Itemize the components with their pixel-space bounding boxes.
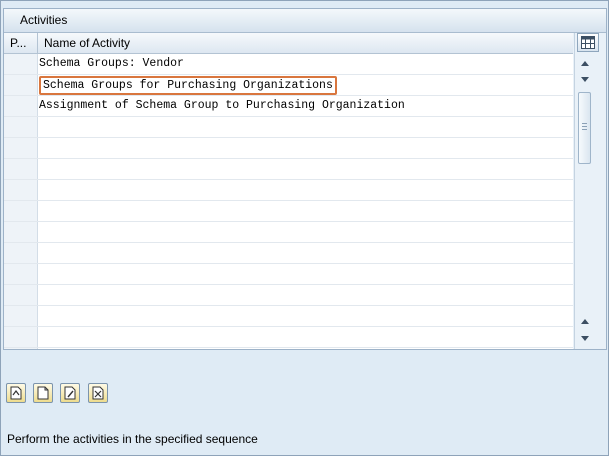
row-selector-cell[interactable]	[4, 75, 38, 95]
panel-title-bar: Activities	[4, 9, 606, 33]
row-selector-cell[interactable]	[4, 180, 38, 200]
row-selector-cell[interactable]	[4, 54, 38, 74]
column-header-p[interactable]: P...	[4, 33, 38, 53]
scrollbar-thumb[interactable]	[578, 92, 591, 164]
activity-name-cell[interactable]	[38, 117, 573, 137]
activity-name-cell[interactable]	[38, 138, 573, 158]
table-row[interactable]: Assignment of Schema Group to Purchasing…	[4, 96, 573, 117]
activity-name-cell[interactable]	[38, 180, 573, 200]
activity-name-cell[interactable]: Assignment of Schema Group to Purchasing…	[38, 96, 573, 116]
activity-name-cell[interactable]: Schema Groups for Purchasing Organizatio…	[38, 75, 573, 95]
activity-name: Schema Groups: Vendor	[39, 57, 184, 70]
create-icon	[37, 386, 49, 400]
activity-name: Assignment of Schema Group to Purchasing…	[39, 99, 405, 112]
activity-name-cell[interactable]	[38, 348, 573, 349]
row-selector-cell[interactable]	[4, 117, 38, 137]
table-row[interactable]	[4, 222, 573, 243]
table-row[interactable]: Schema Groups for Purchasing Organizatio…	[4, 75, 573, 96]
table-settings-icon	[581, 36, 595, 49]
activity-name-cell[interactable]: Schema Groups: Vendor	[38, 54, 573, 74]
table-row[interactable]	[4, 180, 573, 201]
choose-activity-button[interactable]	[6, 383, 26, 403]
activities-table: P... Name of Activity Schema Groups: Ven…	[4, 33, 573, 349]
table-row[interactable]	[4, 306, 573, 327]
activity-name-cell[interactable]	[38, 264, 573, 284]
delete-button[interactable]	[88, 383, 108, 403]
table-row[interactable]	[4, 285, 573, 306]
scroll-up-bottom-icon[interactable]	[581, 319, 589, 324]
row-selector-cell[interactable]	[4, 201, 38, 221]
activity-name-cell[interactable]	[38, 285, 573, 305]
table-header: P... Name of Activity	[4, 33, 573, 54]
activities-window: Activities P... Name of Activity Schema …	[0, 0, 609, 456]
activity-name-cell[interactable]	[38, 243, 573, 263]
table-row[interactable]	[4, 243, 573, 264]
row-selector-cell[interactable]	[4, 306, 38, 326]
scroll-down-top-icon[interactable]	[581, 77, 589, 82]
row-selector-cell[interactable]	[4, 264, 38, 284]
create-button[interactable]	[33, 383, 53, 403]
panel-title: Activities	[20, 13, 68, 27]
row-selector-cell[interactable]	[4, 222, 38, 242]
row-selector-cell[interactable]	[4, 159, 38, 179]
column-header-name-of-activity[interactable]: Name of Activity	[38, 33, 573, 53]
table-settings-button[interactable]	[577, 33, 599, 52]
row-selector-cell[interactable]	[4, 348, 38, 349]
activities-panel: Activities P... Name of Activity Schema …	[3, 8, 607, 350]
row-selector-cell[interactable]	[4, 96, 38, 116]
table-row[interactable]: Schema Groups: Vendor	[4, 54, 573, 75]
activity-name: Schema Groups for Purchasing Organizatio…	[39, 76, 337, 95]
activity-name-cell[interactable]	[38, 159, 573, 179]
table-row[interactable]	[4, 348, 573, 349]
scroll-up-top-icon[interactable]	[581, 61, 589, 66]
delete-icon	[92, 386, 104, 400]
change-button[interactable]	[60, 383, 80, 403]
table-row[interactable]	[4, 201, 573, 222]
table-row[interactable]	[4, 159, 573, 180]
activity-name-cell[interactable]	[38, 327, 573, 347]
vertical-scrollbar[interactable]	[574, 33, 606, 349]
table-row[interactable]	[4, 117, 573, 138]
activity-name-cell[interactable]	[38, 222, 573, 242]
status-text: Perform the activities in the specified …	[7, 432, 258, 446]
activity-name-cell[interactable]	[38, 306, 573, 326]
change-icon	[64, 386, 76, 400]
table-row[interactable]	[4, 264, 573, 285]
row-selector-cell[interactable]	[4, 285, 38, 305]
scroll-down-bottom-icon[interactable]	[581, 336, 589, 341]
row-selector-cell[interactable]	[4, 243, 38, 263]
row-selector-cell[interactable]	[4, 138, 38, 158]
table-row[interactable]	[4, 327, 573, 348]
choose-activity-icon	[10, 386, 22, 400]
table-row[interactable]	[4, 138, 573, 159]
activity-name-cell[interactable]	[38, 201, 573, 221]
row-selector-cell[interactable]	[4, 327, 38, 347]
